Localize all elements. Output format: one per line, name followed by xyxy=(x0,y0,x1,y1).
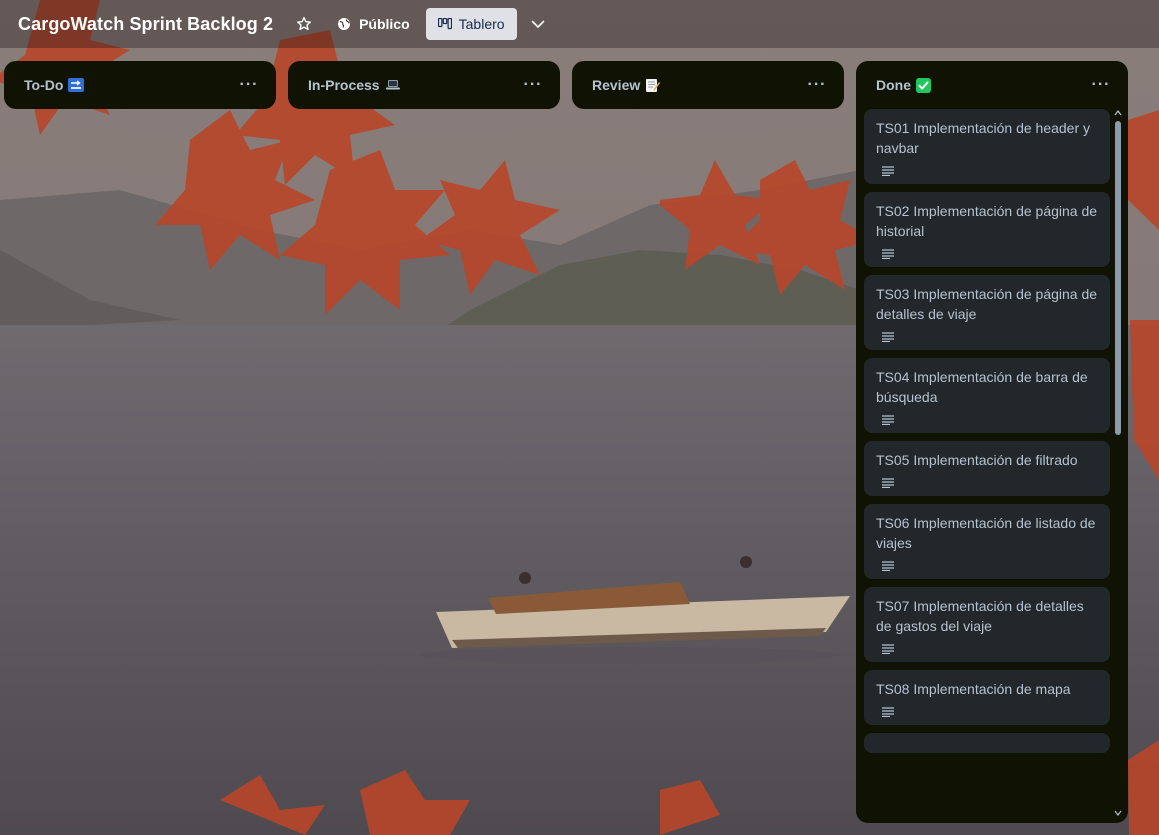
card[interactable]: TS05 Implementación de filtrado xyxy=(864,441,1110,496)
card[interactable]: TS03 Implementación de página de detalle… xyxy=(864,275,1110,350)
globe-icon xyxy=(338,18,351,30)
card-title: TS04 Implementación de barra de búsqueda xyxy=(876,369,1088,405)
visibility-label: Público xyxy=(359,16,410,32)
description-icon xyxy=(882,332,894,342)
list-title-text: Done xyxy=(876,77,911,93)
description-icon xyxy=(882,561,894,571)
visibility-button[interactable]: Público xyxy=(327,8,420,40)
card[interactable]: TS04 Implementación de barra de búsqueda xyxy=(864,358,1110,433)
list-actions-button[interactable]: ··· xyxy=(520,76,546,94)
description-icon xyxy=(882,478,894,488)
memo-icon xyxy=(645,78,661,93)
list-done: Done ··· TS01 Implementación de header y… xyxy=(856,61,1128,823)
board-view-icon xyxy=(437,18,452,30)
laptop-icon xyxy=(385,79,401,91)
list-header: In-Process ··· xyxy=(288,61,560,109)
board-view-button[interactable]: Tablero xyxy=(425,8,517,40)
list-title[interactable]: Done xyxy=(876,77,931,93)
list-review: Review ··· xyxy=(572,61,844,109)
card-title: TS07 Implementación de detalles de gasto… xyxy=(876,598,1084,634)
card-title: TS06 Implementación de listado de viajes xyxy=(876,515,1096,551)
list-scrollbar[interactable] xyxy=(1114,109,1122,817)
card-title: TS01 Implementación de header y navbar xyxy=(876,120,1091,156)
check-mark-button-icon xyxy=(916,77,931,93)
card-title: TS02 Implementación de página de histori… xyxy=(876,203,1098,239)
card[interactable]: TS01 Implementación de header y navbar xyxy=(864,109,1110,184)
list-title[interactable]: In-Process xyxy=(308,77,401,93)
board-title[interactable]: CargoWatch Sprint Backlog 2 xyxy=(18,14,273,35)
star-icon xyxy=(297,16,312,31)
description-icon xyxy=(882,707,894,717)
chevron-down-icon xyxy=(531,20,544,28)
soon-arrow-icon xyxy=(68,78,85,92)
scroll-thumb[interactable] xyxy=(1115,121,1121,435)
card[interactable]: TS06 Implementación de listado de viajes xyxy=(864,504,1110,579)
list-header: Review ··· xyxy=(572,61,844,109)
list-title-text: In-Process xyxy=(308,77,380,93)
scroll-up-icon[interactable] xyxy=(1114,109,1122,117)
list-header: To-Do ··· xyxy=(4,61,276,109)
description-icon xyxy=(882,166,894,176)
card-partial[interactable] xyxy=(864,733,1110,753)
list-header: Done ··· xyxy=(856,61,1128,109)
list-to-do: To-Do ··· xyxy=(4,61,276,109)
list-actions-button[interactable]: ··· xyxy=(804,76,830,94)
card[interactable]: TS08 Implementación de mapa xyxy=(864,670,1110,725)
description-icon xyxy=(882,415,894,425)
card-title: TS03 Implementación de página de detalle… xyxy=(876,286,1098,322)
card-title: TS08 Implementación de mapa xyxy=(876,681,1071,697)
star-board-button[interactable] xyxy=(289,9,319,39)
list-title-text: To-Do xyxy=(24,77,64,93)
board-view-label: Tablero xyxy=(458,16,505,32)
description-icon xyxy=(882,644,894,654)
list-actions-button[interactable]: ··· xyxy=(236,76,262,94)
switch-views-button[interactable] xyxy=(523,9,553,39)
description-icon xyxy=(882,249,894,259)
card[interactable]: TS07 Implementación de detalles de gasto… xyxy=(864,587,1110,662)
list-in-process: In-Process ··· xyxy=(288,61,560,109)
list-actions-button[interactable]: ··· xyxy=(1088,76,1114,94)
card-title: TS05 Implementación de filtrado xyxy=(876,452,1078,468)
card[interactable]: TS02 Implementación de página de histori… xyxy=(864,192,1110,267)
list-title-text: Review xyxy=(592,77,641,93)
scroll-down-icon[interactable] xyxy=(1114,809,1122,817)
list-title[interactable]: To-Do xyxy=(24,77,85,93)
list-title[interactable]: Review xyxy=(592,77,661,93)
card-list: TS01 Implementación de header y navbar T… xyxy=(864,109,1110,761)
board-header: CargoWatch Sprint Backlog 2 Público Tabl… xyxy=(0,0,1159,48)
